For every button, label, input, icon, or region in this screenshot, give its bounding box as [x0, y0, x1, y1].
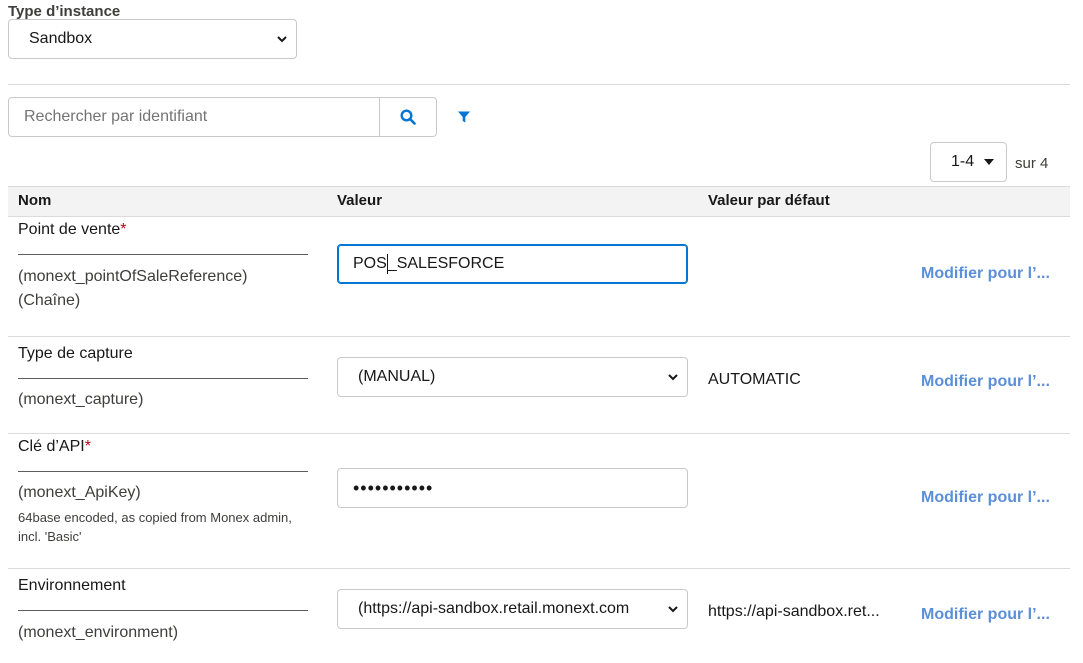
- chevron-down-icon: [277, 36, 287, 43]
- table-header: [8, 186, 1070, 217]
- table-row-name: Type de capture: [18, 345, 133, 363]
- select-value: (MANUAL): [358, 368, 436, 385]
- instance-type-label: Type d’instance: [8, 3, 121, 20]
- default-value: AUTOMATIC: [708, 371, 801, 388]
- property-name: Point de vente: [18, 221, 121, 238]
- table-row-name: Clé d’API*: [18, 438, 91, 456]
- instance-type-value: Sandbox: [29, 30, 93, 47]
- row-divider: [8, 568, 1070, 569]
- pagination-select[interactable]: 1-4: [930, 142, 1007, 182]
- filter-button[interactable]: [455, 108, 473, 126]
- api-name: (monext_environment): [18, 624, 179, 641]
- modify-link[interactable]: Modifier pour l’...: [921, 373, 1050, 391]
- filter-icon: [458, 111, 470, 123]
- property-name: Type de capture: [18, 345, 133, 362]
- row-divider: [8, 433, 1070, 434]
- select-value: (https://api-sandbox.retail.monext.com: [358, 600, 630, 617]
- row-divider: [8, 336, 1070, 337]
- name-underline: [18, 471, 308, 472]
- input-text-before-cursor: POS: [353, 255, 387, 272]
- search-button[interactable]: [379, 97, 437, 137]
- chevron-down-icon: [668, 374, 678, 381]
- search-input[interactable]: [8, 97, 380, 137]
- point-of-sale-input[interactable]: POS _SALESFORCE: [337, 244, 688, 284]
- required-marker: *: [84, 438, 91, 455]
- pagination-range: 1-4: [951, 153, 975, 170]
- table-row-name: Environnement: [18, 577, 126, 595]
- caret-down-icon: [984, 159, 994, 165]
- type-label: (Chaîne): [18, 292, 81, 309]
- masked-value: •••••••••••: [353, 477, 434, 498]
- modify-link[interactable]: Modifier pour l’...: [921, 265, 1050, 283]
- property-name: Environnement: [18, 577, 126, 594]
- section-divider: [8, 84, 1070, 85]
- capture-type-select[interactable]: (MANUAL): [337, 357, 688, 397]
- column-header-name: Nom: [18, 192, 52, 209]
- modify-link[interactable]: Modifier pour l’...: [921, 489, 1050, 507]
- environment-select[interactable]: (https://api-sandbox.retail.monext.com: [337, 589, 688, 629]
- default-value: https://api-sandbox.ret...: [708, 603, 880, 620]
- api-key-input[interactable]: •••••••••••: [337, 468, 688, 508]
- table-row-name: Point de vente*: [18, 221, 127, 239]
- chevron-down-icon: [668, 606, 678, 613]
- column-header-default: Valeur par défaut: [708, 192, 830, 209]
- property-description: 64base encoded, as copied from Monex adm…: [18, 510, 292, 544]
- name-underline: [18, 254, 308, 255]
- api-name: (monext_capture): [18, 391, 144, 408]
- api-name: (monext_ApiKey): [18, 484, 141, 501]
- instance-type-select[interactable]: Sandbox: [8, 19, 297, 59]
- required-marker: *: [120, 221, 127, 238]
- modify-link[interactable]: Modifier pour l’...: [921, 606, 1050, 624]
- name-underline: [18, 610, 308, 611]
- pagination-total: sur 4: [1015, 155, 1049, 172]
- property-name: Clé d’API: [18, 438, 85, 455]
- input-text-after-cursor: _SALESFORCE: [387, 255, 505, 272]
- search-icon: [400, 109, 416, 125]
- name-underline: [18, 378, 308, 379]
- api-name: (monext_pointOfSaleReference): [18, 268, 248, 285]
- column-header-value: Valeur: [337, 192, 383, 209]
